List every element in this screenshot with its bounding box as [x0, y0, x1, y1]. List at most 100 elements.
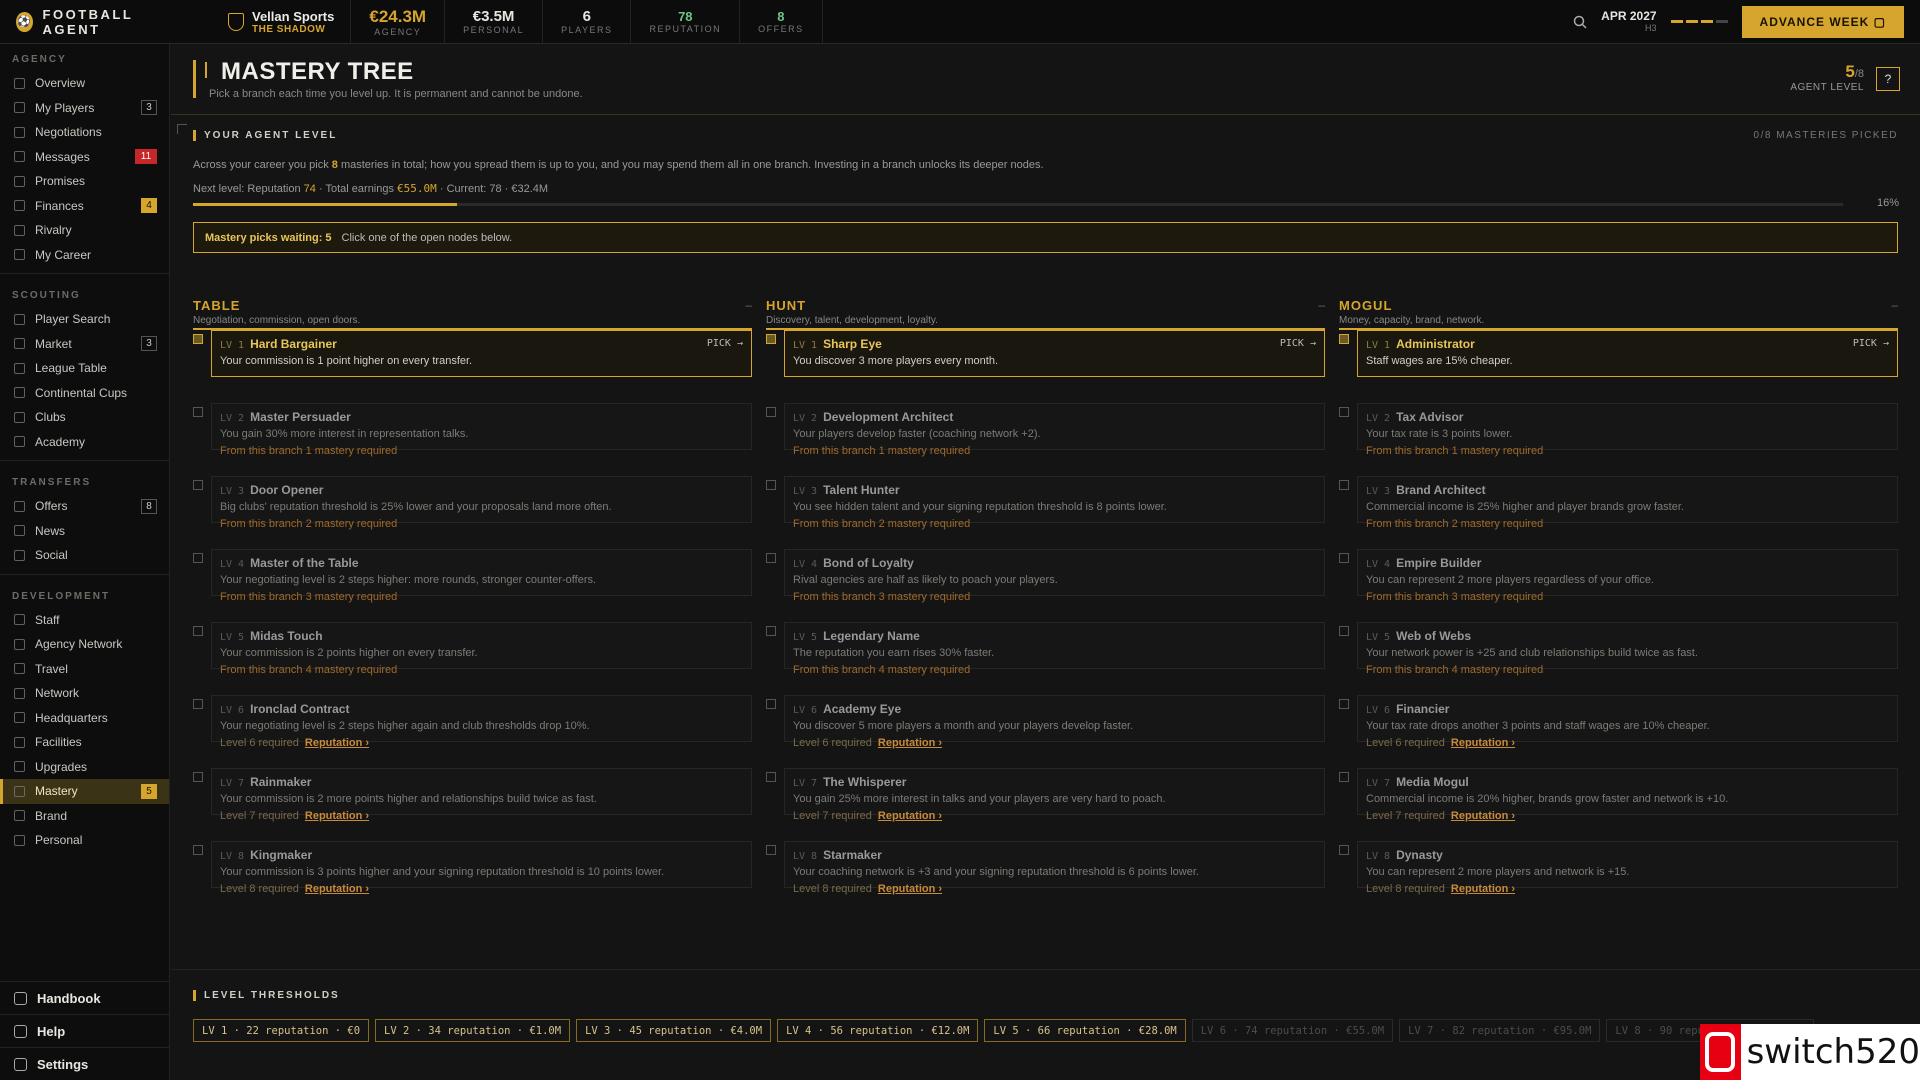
node-description: You discover 5 more players a month and …	[793, 720, 1134, 732]
node-description: You can represent 2 more players and net…	[1366, 866, 1630, 878]
sidebar-item-facilities[interactable]: Facilities	[0, 730, 169, 755]
node-level: LV 2	[1366, 413, 1391, 424]
sidebar-item-player-search[interactable]: Player Search	[0, 307, 169, 332]
reputation-link[interactable]: Reputation ›	[878, 810, 942, 822]
branch-mogul: MOGUL Money, capacity, brand, network. – L…	[1339, 298, 1898, 914]
collapse-toggle[interactable]: –	[745, 298, 752, 312]
sidebar-item-clubs[interactable]: Clubs	[0, 405, 169, 430]
node-card: LV 4 Bond of Loyalty Rival agencies are h…	[784, 549, 1325, 603]
collapse-toggle[interactable]: –	[1318, 298, 1325, 312]
sidebar-item-negotiations[interactable]: Negotiations	[0, 120, 169, 145]
node-name: Media Mogul	[1396, 775, 1469, 789]
sidebar-settings-button[interactable]: Settings	[0, 1047, 170, 1080]
node-card[interactable]: LV 1 Administrator Staff wages are 15% ch…	[1357, 330, 1898, 377]
node-card[interactable]: LV 1 Sharp Eye You discover 3 more player…	[784, 330, 1325, 377]
stat-offers[interactable]: 8 OFFERS	[740, 0, 823, 44]
sidebar-item-finances[interactable]: Finances 4	[0, 194, 169, 219]
reputation-link[interactable]: Reputation ›	[1451, 810, 1515, 822]
pick-button[interactable]: PICK →	[1853, 338, 1889, 349]
sidebar-item-personal[interactable]: Personal	[0, 828, 169, 853]
mastery-node[interactable]: LV 1 Hard Bargainer Your commission is 1 …	[193, 330, 752, 403]
player-search-icon	[14, 313, 25, 325]
collapse-toggle[interactable]: –	[1891, 298, 1898, 312]
clubs-icon	[14, 411, 25, 423]
help-button[interactable]: ?	[1876, 66, 1900, 91]
node-card: LV 5 Legendary Name The reputation you ea…	[784, 622, 1325, 676]
sidebar-item-brand[interactable]: Brand	[0, 804, 169, 829]
node-checkbox[interactable]	[766, 334, 776, 344]
sidebar-item-label: Agency Network	[35, 637, 123, 652]
reputation-link[interactable]: Reputation ›	[1451, 883, 1515, 895]
node-name: Web of Webs	[1396, 629, 1471, 643]
mastery-node[interactable]: LV 1 Administrator Staff wages are 15% ch…	[1339, 330, 1898, 403]
stat-value: 6	[582, 8, 591, 25]
pick-button[interactable]: PICK →	[707, 338, 743, 349]
mastery-node[interactable]: LV 1 Sharp Eye You discover 3 more player…	[766, 330, 1325, 403]
sidebar-item-overview[interactable]: Overview	[0, 71, 169, 96]
sidebar-item-travel[interactable]: Travel	[0, 657, 169, 682]
club-info[interactable]: Vellan Sports THE SHADOW	[170, 0, 352, 44]
sidebar-item-upgrades[interactable]: Upgrades	[0, 755, 169, 780]
sidebar-item-social[interactable]: Social	[0, 543, 169, 568]
node-checkbox	[193, 626, 203, 636]
sidebar-item-my-career[interactable]: My Career	[0, 243, 169, 268]
reputation-link[interactable]: Reputation ›	[305, 737, 369, 749]
sidebar-item-network[interactable]: Network	[0, 681, 169, 706]
sidebar-item-headquarters[interactable]: Headquarters	[0, 706, 169, 731]
sidebar-item-label: Staff	[35, 612, 60, 627]
node-checkbox[interactable]	[1339, 334, 1349, 344]
agent-level-label: AGENT LEVEL	[1790, 82, 1864, 93]
sidebar-item-agency-network[interactable]: Agency Network	[0, 632, 169, 657]
sidebar-item-mastery[interactable]: Mastery 5	[0, 779, 169, 804]
node-description: Your coaching network is +3 and your sig…	[793, 866, 1199, 878]
sidebar-item-rivalry[interactable]: Rivalry	[0, 218, 169, 243]
sidebar-item-messages[interactable]: Messages 11	[0, 145, 169, 170]
promises-icon	[14, 175, 25, 187]
node-requirement: Level 7 required	[1366, 810, 1445, 822]
node-card: LV 6 Academy Eye You discover 5 more play…	[784, 695, 1325, 749]
reputation-link[interactable]: Reputation ›	[305, 810, 369, 822]
branch-title: HUNT	[766, 298, 807, 313]
settings-icon	[14, 1057, 27, 1071]
mastery-icon	[14, 785, 25, 797]
reputation-link[interactable]: Reputation ›	[878, 737, 942, 749]
level-description: Across your career you pick 8 masteries …	[193, 159, 1044, 171]
stat-reputation[interactable]: 78 REPUTATION	[631, 0, 741, 44]
node-card: LV 3 Talent Hunter You see hidden talent …	[784, 476, 1325, 530]
node-card[interactable]: LV 1 Hard Bargainer Your commission is 1 …	[211, 330, 752, 377]
reputation-link[interactable]: Reputation ›	[305, 883, 369, 895]
mastery-node: LV 7 Rainmaker Your commission is 2 more …	[193, 768, 752, 841]
sidebar-item-news[interactable]: News	[0, 519, 169, 544]
node-checkbox	[193, 407, 203, 417]
sidebar-item-staff[interactable]: Staff	[0, 608, 169, 633]
pick-button[interactable]: PICK →	[1280, 338, 1316, 349]
sidebar-item-my-players[interactable]: My Players 3	[0, 96, 169, 121]
stat-personal[interactable]: €3.5M PERSONAL	[445, 0, 544, 44]
sidebar-help-button[interactable]: Help	[0, 1014, 170, 1047]
node-requirement: From this branch 3 mastery required	[220, 591, 398, 603]
sidebar-item-label: Finances	[35, 198, 84, 213]
sidebar-item-label: Headquarters	[35, 710, 108, 725]
reputation-link[interactable]: Reputation ›	[878, 883, 942, 895]
threshold-chip: LV 5 · 66 reputation · €28.0M	[984, 1019, 1186, 1042]
node-requirement: From this branch 3 mastery required	[793, 591, 971, 603]
level-thresholds: LEVEL THRESHOLDS LV 1 · 22 reputation · …	[193, 990, 1898, 1042]
sidebar-item-continental-cups[interactable]: Continental Cups	[0, 381, 169, 406]
sidebar-item-promises[interactable]: Promises	[0, 169, 169, 194]
sidebar-item-league-table[interactable]: League Table	[0, 356, 169, 381]
sidebar-item-academy[interactable]: Academy	[0, 430, 169, 455]
sidebar-handbook-button[interactable]: Handbook	[0, 981, 170, 1014]
reputation-link[interactable]: Reputation ›	[1451, 737, 1515, 749]
sidebar-item-market[interactable]: Market 3	[0, 332, 169, 357]
search-icon[interactable]	[1573, 15, 1587, 29]
stat-players[interactable]: 6 PLAYERS	[543, 0, 632, 44]
brand-logo[interactable]: ⚽ FOOTBALL AGENT	[0, 7, 170, 37]
stat-agency[interactable]: €24.3M AGENCY	[351, 0, 446, 44]
node-checkbox[interactable]	[193, 334, 203, 344]
section-title: LEVEL THRESHOLDS	[204, 990, 340, 1001]
node-description: Your commission is 2 points higher on ev…	[220, 647, 478, 659]
league-table-icon	[14, 362, 25, 374]
sidebar-item-offers[interactable]: Offers 8	[0, 494, 169, 519]
advance-week-button[interactable]: ADVANCE WEEK ▢	[1741, 5, 1904, 38]
sidebar-item-label: Market	[35, 336, 72, 351]
